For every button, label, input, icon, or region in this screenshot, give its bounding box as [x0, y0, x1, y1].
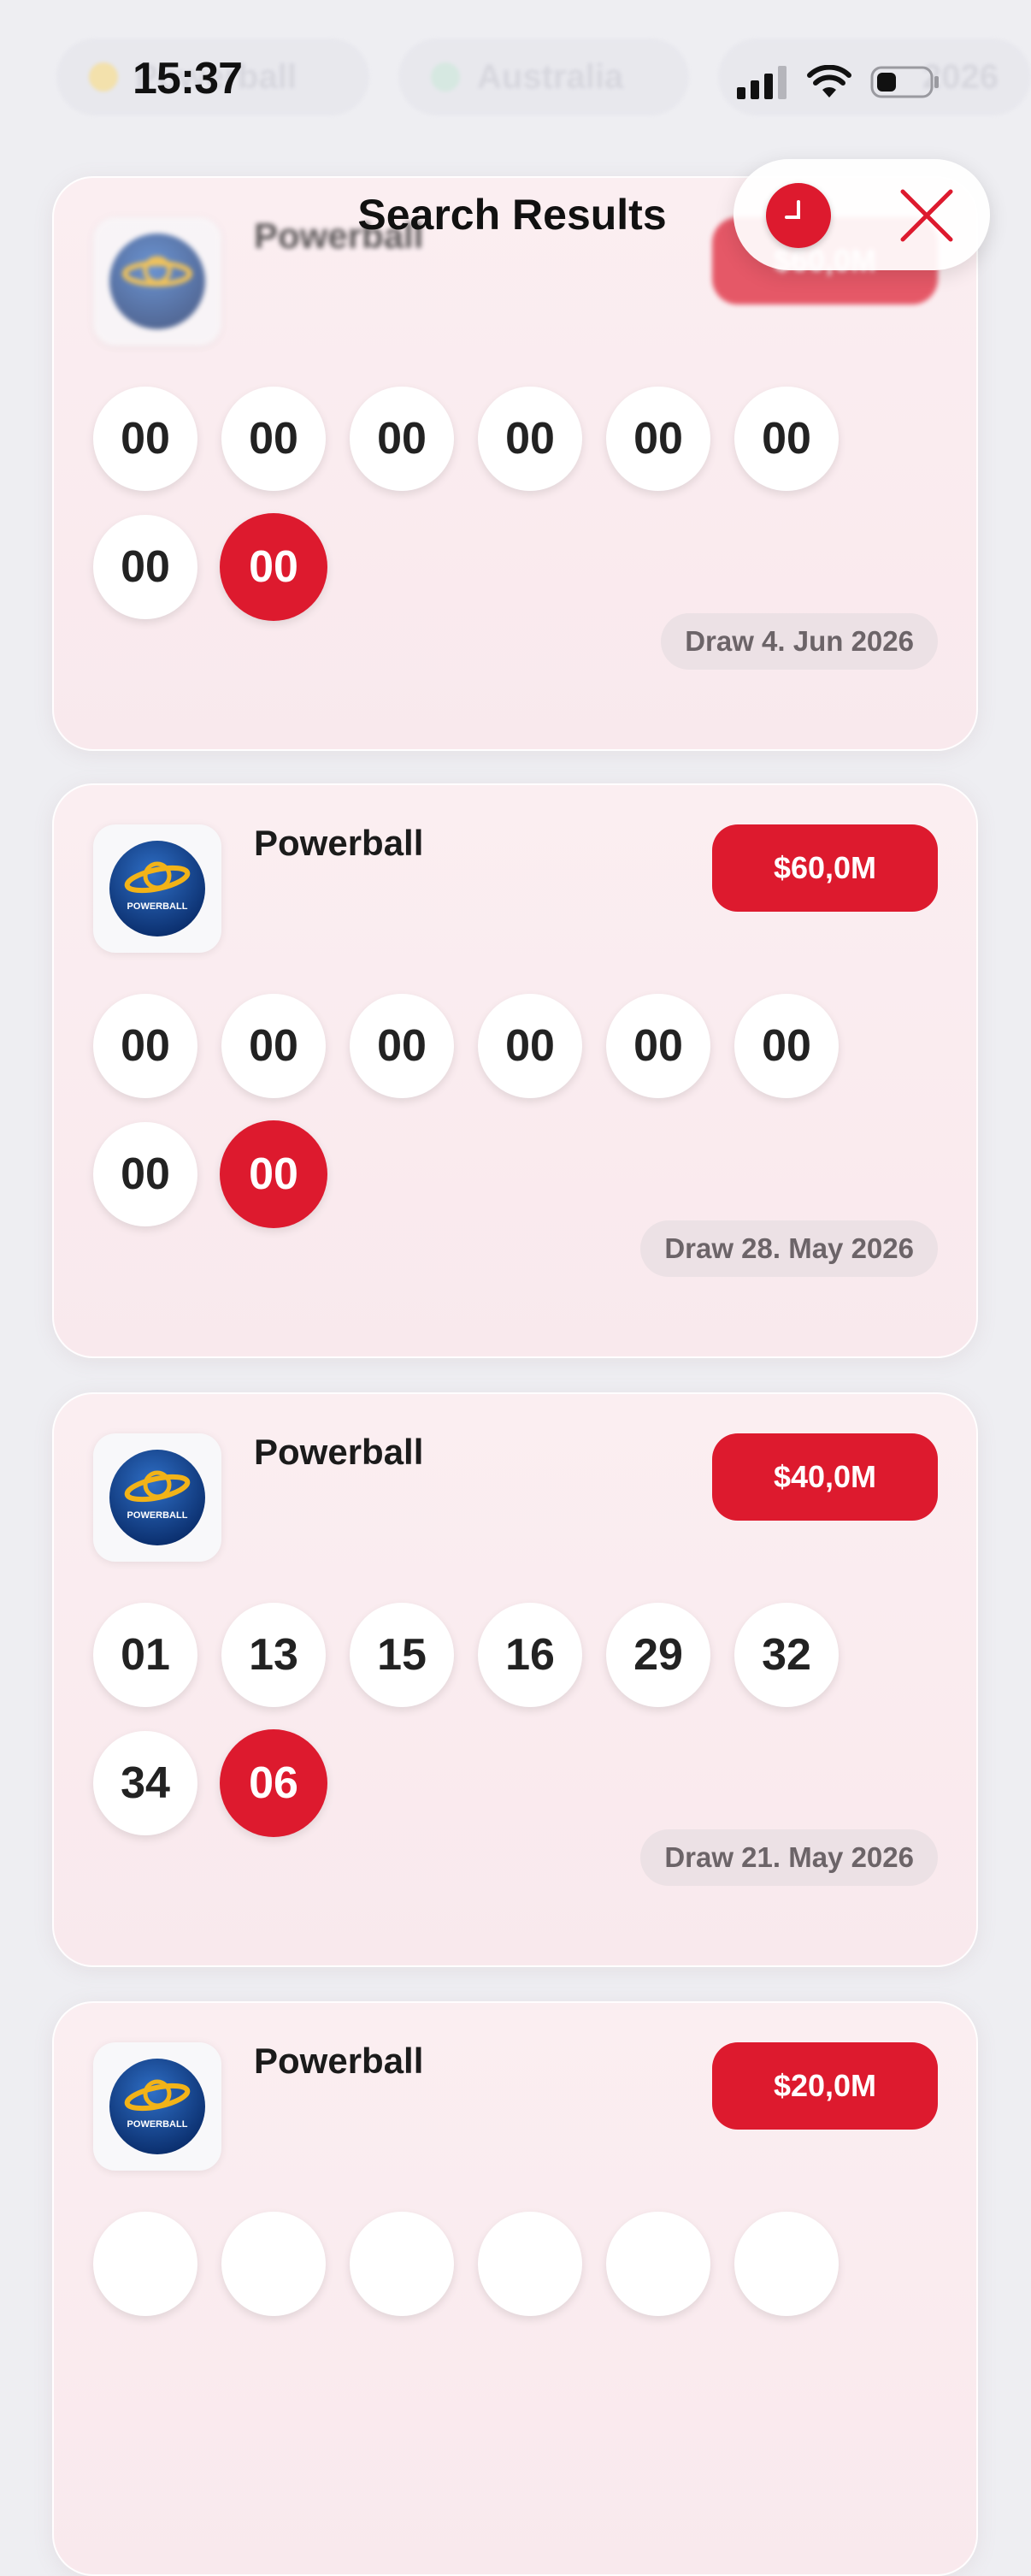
number-ball: 00: [93, 387, 197, 491]
number-ball: 00: [478, 994, 582, 1098]
number-ball: 32: [734, 1603, 839, 1707]
powerball-logo-icon: POWERBALL: [109, 2059, 205, 2154]
number-ball: 00: [93, 515, 197, 619]
battery-icon: [870, 66, 939, 98]
jackpot-badge: $60,0M: [712, 824, 938, 912]
number-ball: 16: [478, 1603, 582, 1707]
number-ball: 01: [93, 1603, 197, 1707]
number-ball: 00: [606, 387, 710, 491]
powerball-ball: 00: [220, 513, 327, 621]
background-tab-australia: Australia: [398, 38, 689, 115]
close-button[interactable]: [896, 185, 957, 246]
background-tab-label: Australia: [477, 57, 624, 96]
status-time: 15:37: [133, 54, 243, 103]
lottery-name: Powerball: [254, 823, 424, 863]
number-ball: 00: [350, 994, 454, 1098]
status-icons: [737, 63, 940, 101]
number-ball: 00: [734, 994, 839, 1098]
logo-text: POWERBALL: [127, 2119, 188, 2130]
lottery-name: Powerball: [254, 1432, 424, 1472]
signal-icon: [737, 66, 787, 99]
number-ball: 00: [478, 387, 582, 491]
powerball-logo-icon: POWERBALL: [109, 841, 205, 936]
number-ball: 13: [221, 1603, 326, 1707]
number-ball: 00: [221, 387, 326, 491]
powerball-ball: 00: [220, 1120, 327, 1228]
logo-text: POWERBALL: [127, 1510, 188, 1521]
number-ball: 00: [221, 994, 326, 1098]
powerball-logo: POWERBALL: [93, 1433, 221, 1562]
number-ball: 34: [93, 1731, 197, 1835]
number-ball: [93, 2212, 197, 2316]
number-ball: [478, 2212, 582, 2316]
number-ball: 29: [606, 1603, 710, 1707]
number-ball: [221, 2212, 326, 2316]
close-icon: [900, 189, 953, 242]
page-title-text: Search Results: [357, 191, 667, 239]
number-ball: 15: [350, 1603, 454, 1707]
powerball-ball: 06: [220, 1729, 327, 1837]
draw-date: Draw 28. May 2026: [640, 1220, 938, 1277]
number-ball: [734, 2212, 839, 2316]
number-ball: [350, 2212, 454, 2316]
powerball-logo: POWERBALL: [93, 824, 221, 953]
number-ball: 00: [93, 994, 197, 1098]
number-ball: 00: [606, 994, 710, 1098]
logo-text: POWERBALL: [127, 901, 188, 912]
clock-icon: [785, 200, 800, 219]
wifi-icon: [807, 65, 851, 97]
result-card[interactable]: POWERBALL Powerball $20,0M: [52, 2001, 978, 2576]
lottery-name: Powerball: [254, 2041, 424, 2081]
result-card[interactable]: POWERBALL Powerball $60,0M 00 00 00 00 0…: [52, 783, 978, 1358]
history-button[interactable]: [766, 183, 831, 248]
draw-date: Draw 21. May 2026: [640, 1829, 938, 1886]
powerball-logo: POWERBALL: [93, 2042, 221, 2171]
powerball-logo-icon: POWERBALL: [109, 1450, 205, 1545]
result-card[interactable]: POWERBALL Powerball $40,0M 01 13 15 16 2…: [52, 1392, 978, 1967]
tab-dot-icon: [431, 62, 460, 92]
tab-dot-icon: [89, 62, 118, 92]
number-ball: 00: [734, 387, 839, 491]
header-actions: [733, 159, 990, 270]
number-ball: 00: [350, 387, 454, 491]
number-ball: [606, 2212, 710, 2316]
jackpot-badge: $20,0M: [712, 2042, 938, 2130]
number-ball: 00: [93, 1122, 197, 1226]
draw-date: Draw 4. Jun 2026: [661, 613, 938, 670]
jackpot-badge: $40,0M: [712, 1433, 938, 1521]
